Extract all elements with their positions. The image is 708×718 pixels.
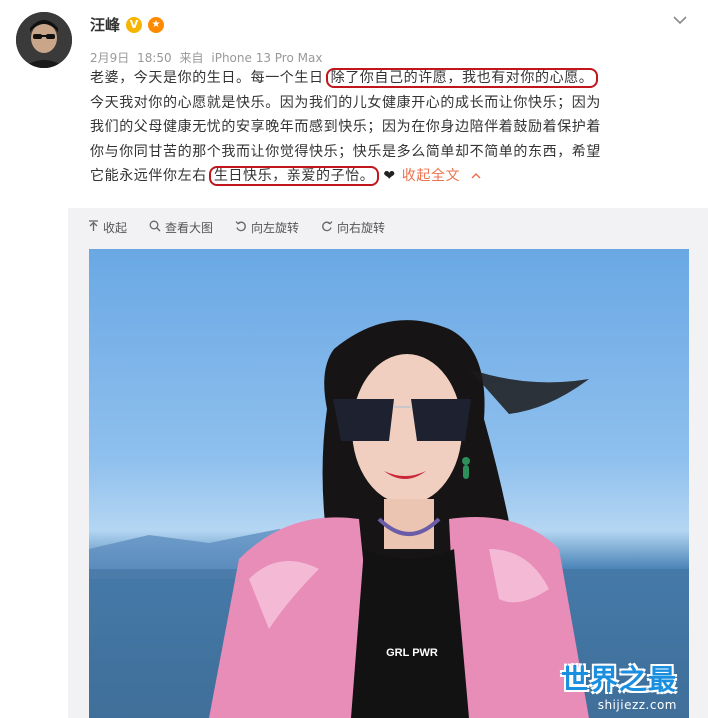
more-options-chevron-icon[interactable]: [670, 10, 690, 30]
highlight-wish: 除了你自己的许愿，我也有对你的心愿。: [325, 68, 599, 88]
username[interactable]: 汪峰: [90, 14, 120, 35]
medal-icon: ★: [148, 16, 165, 33]
source-device: iPhone 13 Pro Max: [211, 51, 323, 65]
view-large-label: 查看大图: [165, 221, 214, 235]
username-row: 汪峰 V ★: [90, 14, 165, 35]
post-meta: 2月9日 18:50 来自 iPhone 13 Pro Max: [90, 49, 326, 66]
collapse-image-label: 收起: [103, 221, 128, 235]
collapse-full-text-link[interactable]: 收起全文: [402, 168, 460, 184]
rotate-left-icon: [235, 220, 247, 235]
post-photo[interactable]: GRL PWR 世界之最 shijiezz.com: [89, 249, 689, 718]
post-line-5: 它能永远伴你左右 生日快乐，亲爱的子怡。 ❤ 收起全文: [90, 164, 690, 189]
post-line-2: 今天我对你的心愿就是快乐。因为我们的儿女健康开心的成长而让你快乐；因为: [90, 94, 601, 111]
post-time[interactable]: 18:50: [137, 51, 172, 65]
collapse-image-button[interactable]: 收起: [88, 219, 127, 236]
upload-arrow-icon: [88, 220, 99, 235]
verified-v-icon: V: [126, 16, 143, 33]
post-line-1-text: 老婆，今天是你的生日。每一个生日: [90, 70, 324, 86]
highlight-birthday: 生日快乐，亲爱的子怡。: [208, 166, 380, 187]
rotate-left-button[interactable]: 向左旋转: [235, 219, 299, 236]
post-line-4: 你与你同甘苦的那个我而让你觉得快乐；快乐是多么简单却不简单的东西，希望: [90, 143, 601, 160]
avatar[interactable]: [16, 12, 72, 68]
search-icon: [149, 220, 161, 235]
image-toolbar: 收起 查看大图 向左旋转 向右旋转: [88, 219, 385, 236]
rotate-right-button[interactable]: 向右旋转: [321, 219, 385, 236]
post-line-5-text: 它能永远伴你左右: [90, 168, 207, 185]
post-date[interactable]: 2月9日: [90, 51, 129, 65]
watermark-url: shijiezz.com: [597, 698, 677, 712]
post-line-1: 老婆，今天是你的生日。每一个生日 除了你自己的许愿，我也有对你的心愿。: [90, 66, 690, 91]
photo-illustration: GRL PWR: [89, 320, 689, 718]
view-large-button[interactable]: 查看大图: [149, 219, 213, 236]
chevron-up-icon[interactable]: [466, 168, 481, 184]
watermark: 世界之最 shijiezz.com: [561, 658, 677, 712]
rotate-right-label: 向右旋转: [337, 221, 386, 235]
post-line-3: 我们的父母健康无忧的安享晚年而感到快乐；因为在你身边陪伴着鼓励着保护着: [90, 119, 601, 136]
shirt-text: GRL PWR: [386, 647, 438, 659]
watermark-logo-text: 世界之最: [560, 663, 677, 696]
post-text: 老婆，今天是你的生日。每一个生日 除了你自己的许愿，我也有对你的心愿。 今天我对你…: [90, 66, 690, 189]
heart-icon: ❤: [383, 168, 396, 185]
rotate-right-icon: [321, 220, 333, 235]
source-prefix: 来自: [179, 51, 204, 65]
rotate-left-label: 向左旋转: [251, 221, 300, 235]
